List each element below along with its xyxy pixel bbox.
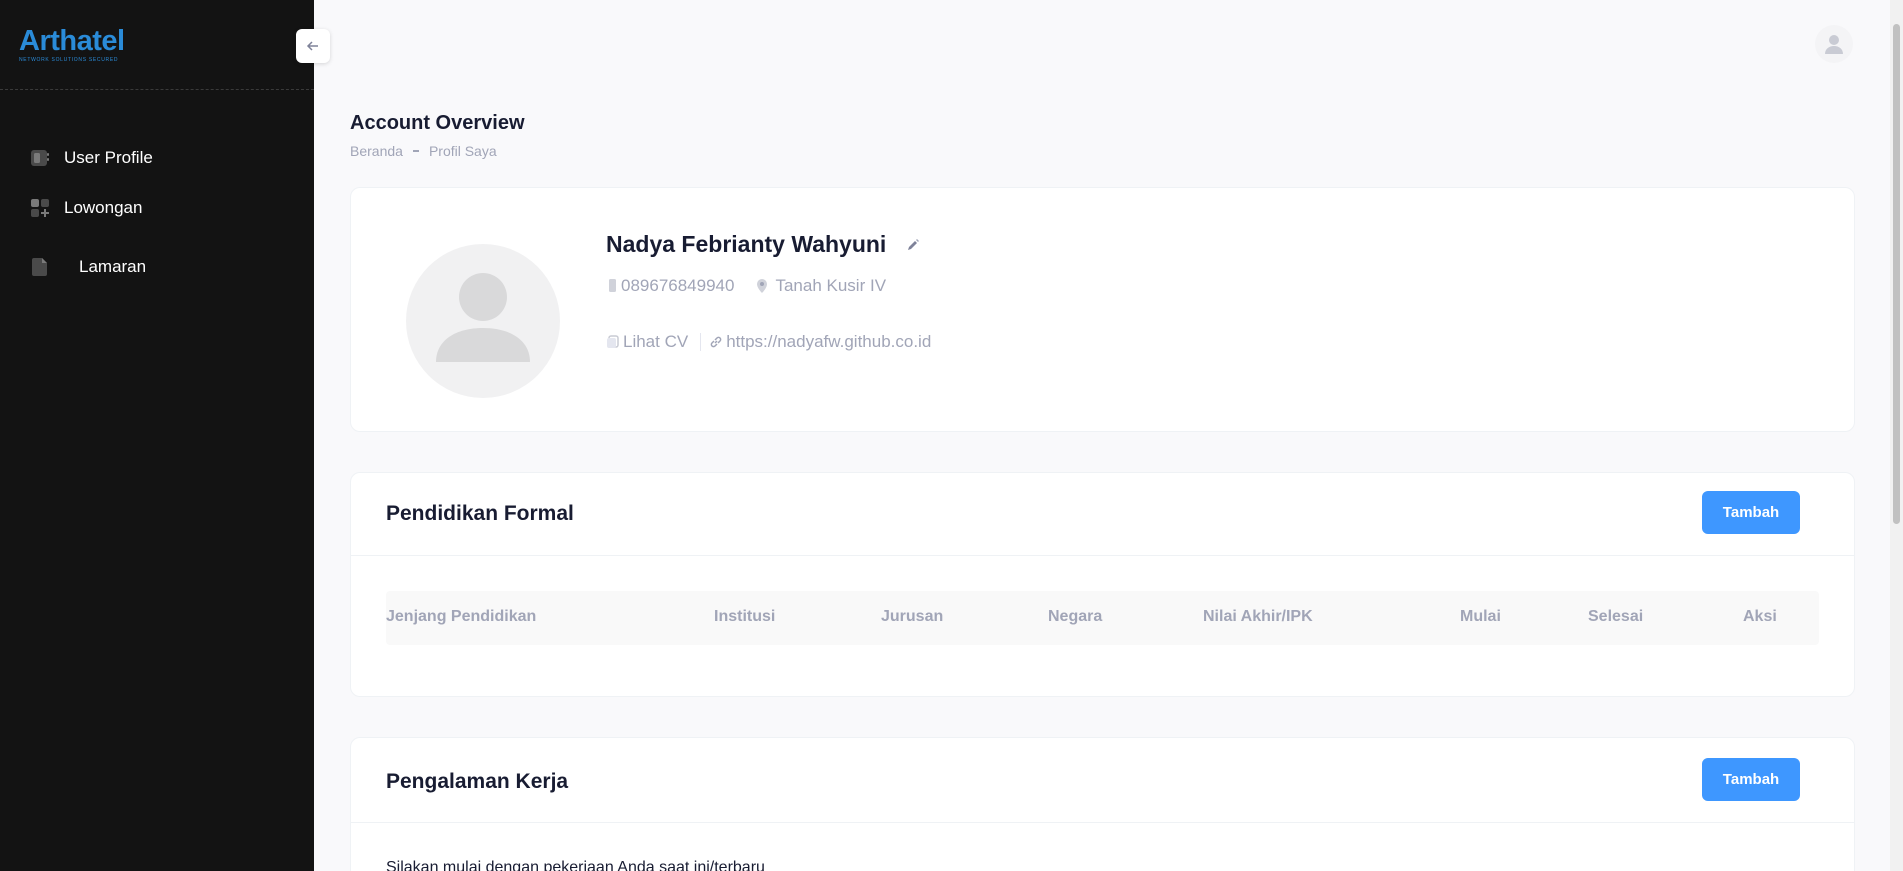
link-icon	[710, 336, 722, 348]
breadcrumb: Beranda Profil Saya	[350, 143, 497, 159]
brand-logo[interactable]: Arthatel NETWORK SOLUTIONS SECURED	[19, 26, 125, 63]
user-avatar-icon	[1825, 35, 1843, 54]
sidebar-item-label: Lowongan	[64, 198, 143, 217]
profile-card: Nadya Febrianty Wahyuni 089676849940 Tan…	[350, 187, 1855, 432]
breadcrumb-current: Profil Saya	[428, 143, 497, 159]
copy-document-icon	[607, 335, 619, 348]
profile-avatar	[406, 244, 560, 398]
breadcrumb-separator	[412, 150, 419, 152]
profile-phone: 089676849940	[606, 276, 734, 296]
edit-pencil-icon[interactable]	[906, 238, 920, 252]
view-cv-link[interactable]: Lihat CV	[606, 332, 688, 352]
website-link[interactable]: https://nadyafw.github.co.id	[709, 332, 931, 352]
work-title: Pengalaman Kerja	[386, 770, 569, 793]
brand-name: Arthatel	[19, 25, 125, 57]
brand-tagline: NETWORK SOLUTIONS SECURED	[19, 57, 119, 63]
breadcrumb-home[interactable]: Beranda	[350, 143, 403, 159]
column-header[interactable]: Negara	[1048, 608, 1102, 626]
column-header[interactable]: Jenjang Pendidikan	[386, 608, 536, 626]
logo-area: Arthatel NETWORK SOLUTIONS SECURED	[0, 0, 314, 90]
phone-icon	[609, 279, 616, 292]
education-title: Pendidikan Formal	[386, 502, 574, 525]
column-header[interactable]: Jurusan	[881, 608, 943, 626]
user-profile-icon	[30, 148, 50, 168]
website-link-text: https://nadyafw.github.co.id	[726, 332, 932, 351]
work-experience-card: Pengalaman Kerja Tambah Silakan mulai de…	[350, 737, 1855, 871]
column-header[interactable]: Selesai	[1588, 608, 1643, 626]
sidebar-toggle-button[interactable]	[296, 29, 330, 63]
column-header[interactable]: Institusi	[714, 608, 775, 626]
column-header[interactable]: Mulai	[1460, 608, 1501, 626]
view-cv-text: Lihat CV	[623, 332, 689, 351]
profile-name: Nadya Febrianty Wahyuni	[606, 231, 920, 258]
sidebar-item-label: Lamaran	[79, 257, 147, 276]
add-work-button[interactable]: Tambah	[1702, 758, 1800, 801]
education-card: Pendidikan Formal Tambah Jenjang Pendidi…	[350, 472, 1855, 697]
profile-location: Tanah Kusir IV	[754, 276, 886, 296]
add-education-button[interactable]: Tambah	[1702, 491, 1800, 534]
profile-phone-text: 089676849940	[621, 276, 735, 295]
links-divider	[700, 333, 702, 351]
arrow-left-icon	[306, 41, 318, 51]
sidebar-item-label: User Profile	[64, 148, 153, 167]
sidebar: Arthatel NETWORK SOLUTIONS SECURED User …	[0, 0, 314, 871]
card-divider	[351, 822, 1854, 823]
profile-links-row: Lihat CV https://nadyafw.github.co.id	[606, 332, 951, 352]
sidebar-item-lamaran[interactable]: Lamaran	[30, 257, 146, 277]
avatar-placeholder-icon	[436, 273, 530, 362]
grid-plus-icon	[30, 198, 50, 218]
card-divider	[351, 555, 1854, 556]
profile-contact-row: 089676849940 Tanah Kusir IV	[606, 276, 906, 296]
work-hint-text: Silakan mulai dengan pekerjaan Anda saat…	[386, 859, 765, 871]
header-user-avatar[interactable]	[1815, 25, 1853, 63]
location-pin-icon	[757, 279, 768, 293]
education-table-header: Jenjang Pendidikan Institusi Jurusan Neg…	[386, 591, 1819, 645]
sidebar-item-user-profile[interactable]: User Profile	[30, 148, 153, 168]
sidebar-item-lowongan[interactable]: Lowongan	[30, 198, 142, 218]
profile-location-text: Tanah Kusir IV	[775, 276, 887, 295]
column-header: Aksi	[1743, 608, 1777, 625]
page-scrollbar[interactable]	[1890, 0, 1903, 871]
page-title: Account Overview	[350, 112, 525, 134]
column-header[interactable]: Nilai Akhir/IPK	[1203, 608, 1313, 626]
scrollbar-thumb[interactable]	[1893, 24, 1900, 524]
document-icon	[30, 257, 50, 277]
profile-name-text: Nadya Febrianty Wahyuni	[606, 231, 887, 257]
